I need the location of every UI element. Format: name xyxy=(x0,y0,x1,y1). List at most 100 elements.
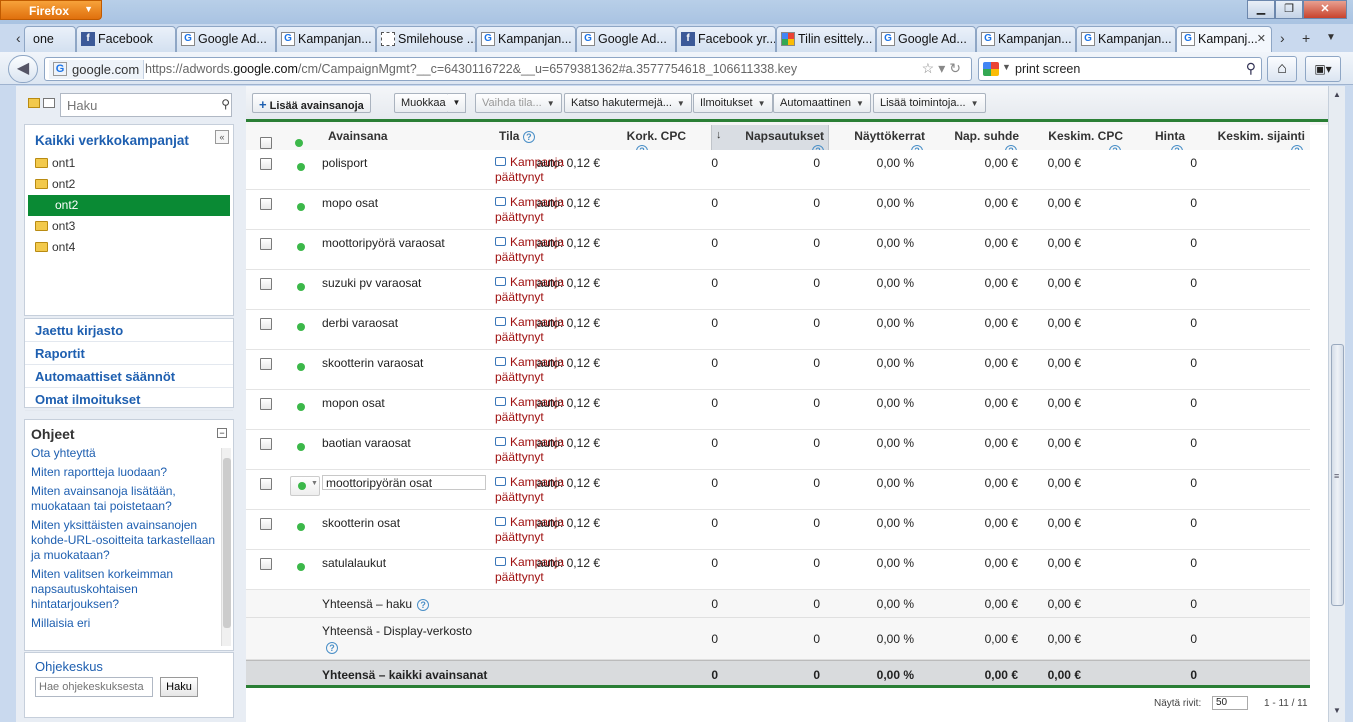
status-toggle[interactable] xyxy=(297,563,305,571)
tab-scroll-left-icon[interactable]: ‹ xyxy=(16,30,21,46)
status-toggle[interactable] xyxy=(297,163,305,171)
keyword-text[interactable]: moottoripyörän osat xyxy=(322,475,486,490)
speech-bubble-icon[interactable] xyxy=(495,357,506,366)
keyword-text[interactable]: mopo osat xyxy=(322,196,378,210)
row-checkbox[interactable] xyxy=(260,158,272,170)
search-bar[interactable]: ▼ print screen ⚲ xyxy=(978,57,1262,81)
row-checkbox[interactable] xyxy=(260,278,272,290)
speech-bubble-icon[interactable] xyxy=(495,477,506,486)
tab-list-icon[interactable]: ▼ xyxy=(1326,32,1336,43)
browser-tab[interactable]: Smilehouse ... xyxy=(376,26,476,52)
cell-max_cpc[interactable]: auto: 0,12 € xyxy=(537,476,600,490)
minimize-help-icon[interactable]: − xyxy=(217,428,227,438)
browser-tab[interactable]: G Kampanjan... xyxy=(976,26,1076,52)
status-toggle[interactable] xyxy=(297,243,305,251)
campaign-item[interactable]: ont2 xyxy=(25,174,233,195)
firefox-menu-button[interactable]: Firefox ▼ xyxy=(0,0,102,20)
cell-max_cpc[interactable]: auto: 0,12 € xyxy=(537,396,600,410)
help-scroll-thumb[interactable] xyxy=(223,458,231,628)
sidebar-link[interactable]: Raportit xyxy=(25,342,233,365)
cell-max_cpc[interactable]: auto: 0,12 € xyxy=(537,556,600,570)
browser-tab[interactable]: G Google Ad... xyxy=(876,26,976,52)
sidebar-link[interactable]: Omat ilmoitukset xyxy=(25,388,233,411)
tab-scroll-right-icon[interactable]: › xyxy=(1280,30,1285,46)
keyword-text[interactable]: derbi varaosat xyxy=(322,316,398,330)
scroll-up-icon[interactable]: ▲ xyxy=(1331,90,1343,102)
url-dropdown-icon[interactable]: ▾ xyxy=(938,60,949,76)
speech-bubble-icon[interactable] xyxy=(495,317,506,326)
maximize-button[interactable]: ❐ xyxy=(1275,0,1303,19)
browser-tab[interactable]: G Kampanjan... xyxy=(276,26,376,52)
home-button[interactable]: ⌂ xyxy=(1267,56,1297,82)
keyword-text[interactable]: polisport xyxy=(322,156,367,170)
scroll-down-icon[interactable]: ▼ xyxy=(1331,706,1343,718)
help-link[interactable]: Miten raportteja luodaan? xyxy=(25,465,233,484)
row-checkbox[interactable] xyxy=(260,558,272,570)
speech-bubble-icon[interactable] xyxy=(495,157,506,166)
keyword-text[interactable]: mopon osat xyxy=(322,396,385,410)
status-toggle[interactable] xyxy=(297,523,305,531)
cell-max_cpc[interactable]: auto: 0,12 € xyxy=(537,516,600,530)
back-button[interactable]: ◀ xyxy=(8,55,38,83)
status-toggle[interactable] xyxy=(297,443,305,451)
speech-bubble-icon[interactable] xyxy=(495,197,506,206)
help-center-link[interactable]: Ohjekeskus xyxy=(25,653,233,674)
browser-tab[interactable]: f Facebook yr... xyxy=(676,26,776,52)
campaign-item[interactable]: ont1 xyxy=(25,153,233,174)
cell-max_cpc[interactable]: auto: 0,12 € xyxy=(537,276,600,290)
edit-dropdown-icon[interactable]: ▼ xyxy=(448,93,466,113)
search-icon[interactable]: ⚲ xyxy=(221,97,230,111)
browser-tab[interactable]: f Facebook xyxy=(76,26,176,52)
minimize-button[interactable]: ▁ xyxy=(1247,0,1275,19)
site-identity[interactable]: Ggoogle.com xyxy=(49,60,145,79)
new-tab-icon[interactable]: + xyxy=(1302,30,1310,46)
speech-bubble-icon[interactable] xyxy=(495,277,506,286)
search-terms-button[interactable]: Katso hakutermejä... ▼ xyxy=(564,93,692,113)
more-actions-button[interactable]: Lisää toimintoja... ▼ xyxy=(873,93,986,113)
browser-tab[interactable]: Tilin esittely... xyxy=(776,26,876,52)
status-toggle[interactable] xyxy=(297,403,305,411)
all-campaigns-link[interactable]: Kaikki verkkokampanjat xyxy=(25,125,233,153)
help-icon[interactable]: ? xyxy=(522,130,535,143)
search-icon[interactable]: ⚲ xyxy=(1246,60,1256,77)
status-toggle[interactable] xyxy=(297,363,305,371)
help-link[interactable]: Millaisia eri xyxy=(25,616,233,635)
speech-bubble-icon[interactable] xyxy=(495,397,506,406)
keyword-text[interactable]: suzuki pv varaosat xyxy=(322,276,421,290)
cell-max_cpc[interactable]: auto: 0,12 € xyxy=(537,356,600,370)
close-tab-icon[interactable]: ✕ xyxy=(1257,32,1266,45)
row-checkbox[interactable] xyxy=(260,238,272,250)
help-icon[interactable]: ? xyxy=(326,642,338,654)
reload-icon[interactable]: ↻ xyxy=(949,60,965,76)
keyword-text[interactable]: satulalaukut xyxy=(322,556,386,570)
bookmark-star-icon[interactable]: ☆ xyxy=(922,60,939,76)
collapse-sidebar-icon[interactable]: « xyxy=(215,130,229,144)
keyword-text[interactable]: moottoripyörä varaosat xyxy=(322,236,445,250)
cell-max_cpc[interactable]: auto: 0,12 € xyxy=(537,196,600,210)
rows-per-page-select[interactable]: 50 xyxy=(1212,696,1248,710)
browser-tab[interactable]: G Google Ad... xyxy=(576,26,676,52)
campaign-item[interactable]: ont2 xyxy=(28,195,230,216)
help-scrollbar[interactable] xyxy=(221,448,231,646)
status-toggle[interactable]: ▼ xyxy=(290,476,320,496)
browser-tab[interactable]: G Kampanjan... xyxy=(1076,26,1176,52)
automatic-button[interactable]: Automaattinen ▼ xyxy=(773,93,871,113)
ads-button[interactable]: Ilmoitukset ▼ xyxy=(693,93,773,113)
speech-bubble-icon[interactable] xyxy=(495,437,506,446)
addons-button[interactable]: ▣▾ xyxy=(1305,56,1341,82)
help-icon[interactable]: ? xyxy=(417,598,430,611)
row-checkbox[interactable] xyxy=(260,438,272,450)
help-link[interactable]: Ota yhteyttä xyxy=(25,446,233,465)
add-keywords-button[interactable]: + Lisää avainsanoja xyxy=(252,93,371,113)
page-scroll-thumb[interactable]: ≡ xyxy=(1331,344,1344,606)
list-view-icon[interactable] xyxy=(43,98,55,108)
campaign-item[interactable]: ont4 xyxy=(25,237,233,258)
campaign-item[interactable]: ont3 xyxy=(25,216,233,237)
help-center-search-input[interactable] xyxy=(35,677,153,697)
close-window-button[interactable]: ✕ xyxy=(1303,0,1347,19)
browser-tab[interactable]: G Kampanj... ✕ xyxy=(1176,26,1272,53)
browser-tab[interactable]: one xyxy=(24,26,76,52)
row-checkbox[interactable] xyxy=(260,518,272,530)
cell-max_cpc[interactable]: auto: 0,12 € xyxy=(537,236,600,250)
keyword-text[interactable]: skootterin osat xyxy=(322,516,400,530)
